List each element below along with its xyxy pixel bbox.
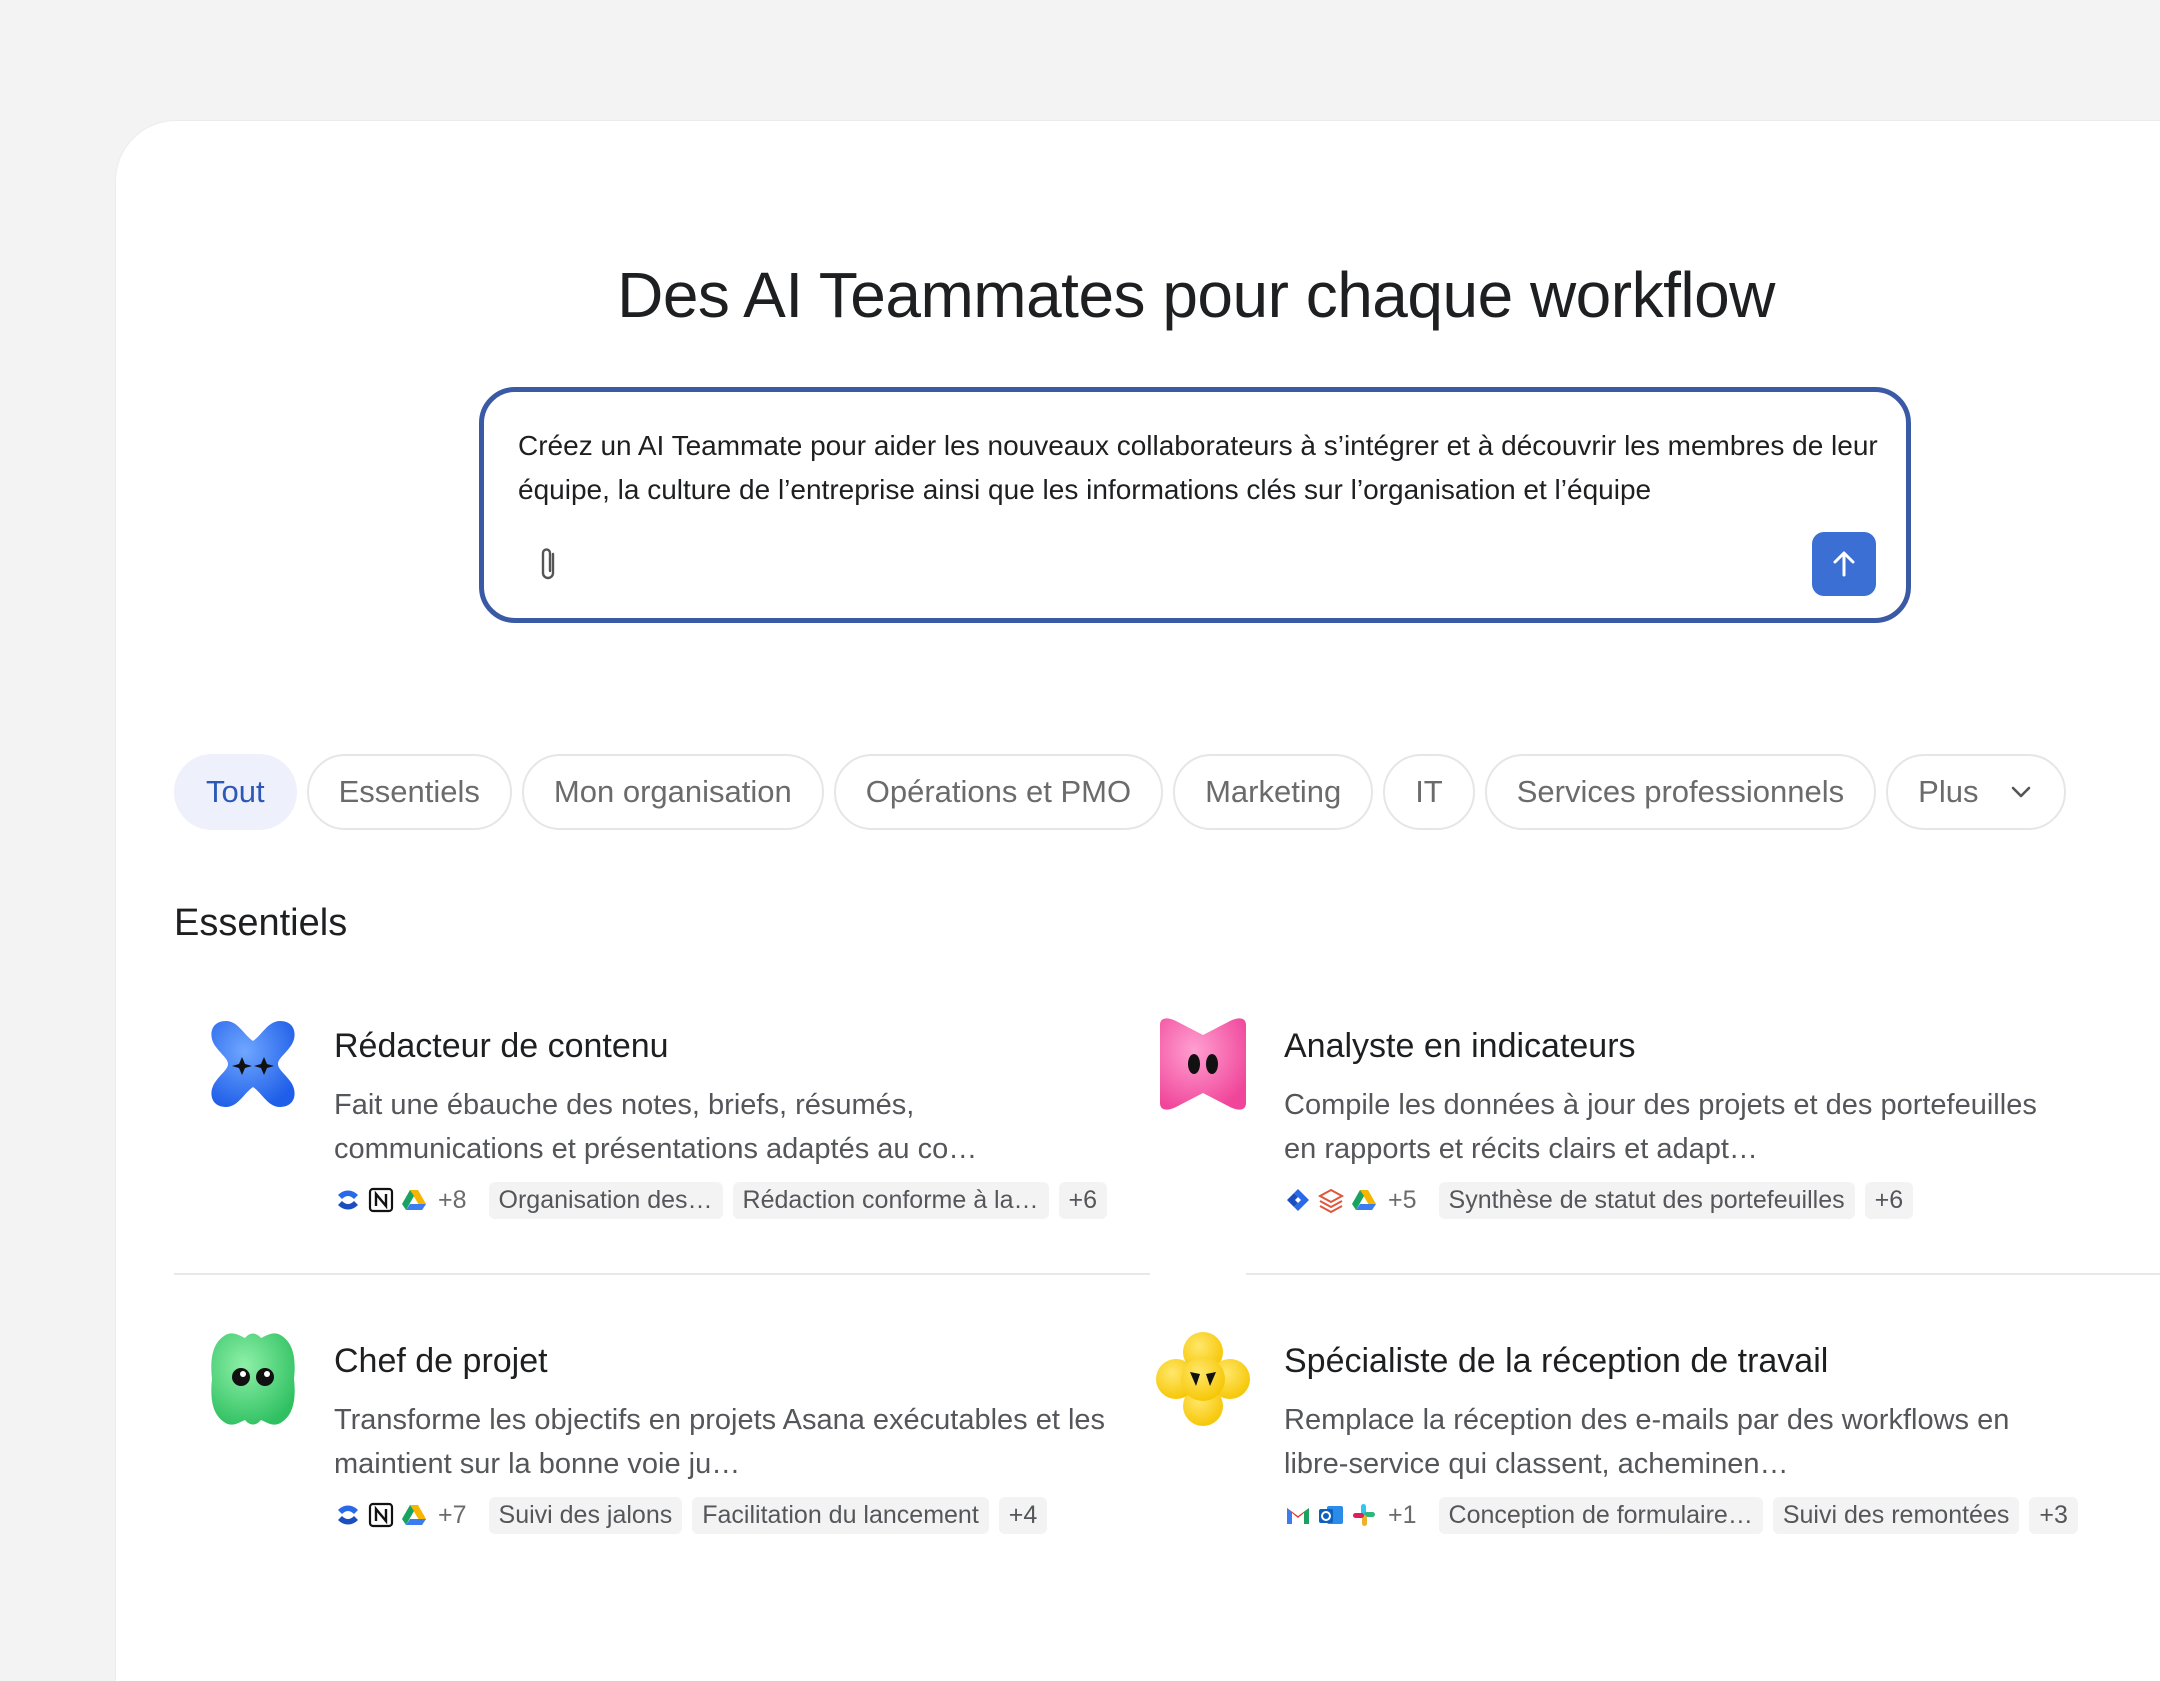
divider <box>174 1273 1150 1275</box>
notion-icon <box>368 1187 394 1213</box>
blue-sparkle-avatar <box>211 1021 295 1107</box>
app-icons <box>1284 1186 1378 1214</box>
skill-tag: Suivi des jalons <box>488 1496 683 1534</box>
skill-tag: Synthèse de statut des portefeuilles <box>1438 1181 1855 1219</box>
gmail-icon <box>1287 1508 1309 1524</box>
google-drive-icon <box>1352 1190 1376 1210</box>
app-icons <box>1284 1501 1378 1529</box>
card-title: Rédacteur de contenu <box>334 1027 669 1065</box>
more-tags-count: +4 <box>998 1496 1048 1534</box>
pink-bow-avatar <box>1160 1018 1246 1110</box>
card-meta: +7 Suivi des jalons Facilitation du lanc… <box>334 1494 1048 1536</box>
more-tags-count: +6 <box>1864 1181 1914 1219</box>
card-title: Spécialiste de la réception de travail <box>1284 1342 1829 1380</box>
app-icons <box>334 1186 428 1214</box>
skill-tag: Conception de formulaire… <box>1438 1496 1763 1534</box>
more-apps-count: +8 <box>438 1185 467 1214</box>
tab-tout[interactable]: Tout <box>174 754 297 830</box>
tab-plus[interactable]: Plus <box>1886 754 2067 830</box>
skill-tag: Organisation des… <box>488 1181 723 1219</box>
tab-services-professionnels[interactable]: Services professionnels <box>1484 754 1877 830</box>
google-drive-icon <box>402 1190 426 1210</box>
more-apps-count: +7 <box>438 1500 467 1529</box>
tab-essentiels[interactable]: Essentiels <box>306 754 512 830</box>
slack-icon <box>1353 1504 1375 1526</box>
arrow-up-icon <box>1833 551 1855 577</box>
stack-icon <box>1317 1188 1345 1214</box>
section-title: Essentiels <box>174 902 348 944</box>
green-blob-avatar <box>211 1333 295 1425</box>
skill-tag: Facilitation du lancement <box>692 1496 989 1534</box>
skill-tag: Suivi des remontées <box>1772 1496 2020 1534</box>
divider <box>1246 1273 2160 1275</box>
card-meta: +8 Organisation des… Rédaction conforme … <box>334 1179 1108 1221</box>
tab-mon-organisation[interactable]: Mon organisation <box>521 754 824 830</box>
card-title: Chef de projet <box>334 1342 548 1380</box>
more-tags-count: +6 <box>1058 1181 1108 1219</box>
category-tabs: Tout Essentiels Mon organisation Opérati… <box>174 754 2067 830</box>
tab-it[interactable]: IT <box>1383 754 1475 830</box>
notion-icon <box>368 1502 394 1528</box>
card-description: Remplace la réception des e-mails par de… <box>1284 1404 2010 1480</box>
prompt-input[interactable]: Créez un AI Teammate pour aider les nouv… <box>518 424 1888 512</box>
page-title: Des AI Teammates pour chaque workflow <box>617 259 1775 331</box>
outlook-icon <box>1319 1506 1343 1524</box>
google-drive-icon <box>402 1505 426 1525</box>
jira-icon <box>1287 1189 1309 1211</box>
yellow-flower-avatar <box>1156 1332 1250 1426</box>
tab-marketing[interactable]: Marketing <box>1173 754 1374 830</box>
app-icons <box>334 1501 428 1529</box>
card-description: Compile les données à jour des projets e… <box>1284 1089 2037 1165</box>
tab-plus-label: Plus <box>1918 774 1979 809</box>
card-title: Analyste en indicateurs <box>1284 1027 1636 1065</box>
skill-tag: Rédaction conforme à la… <box>732 1181 1049 1219</box>
tab-operations-pmo[interactable]: Opérations et PMO <box>833 754 1164 830</box>
confluence-icon <box>338 1190 358 1210</box>
chevron-down-icon <box>2012 786 2031 798</box>
more-apps-count: +5 <box>1388 1185 1417 1214</box>
confluence-icon <box>338 1505 358 1525</box>
more-apps-count: +1 <box>1388 1500 1417 1529</box>
paperclip-icon[interactable] <box>534 544 564 584</box>
card-description: Fait une ébauche des notes, briefs, résu… <box>334 1089 978 1165</box>
card-meta: +5 Synthèse de statut des portefeuilles … <box>1284 1179 1914 1221</box>
send-button[interactable] <box>1812 532 1876 596</box>
card-meta: +1 Conception de formulaire… Suivi des r… <box>1284 1494 2078 1536</box>
more-tags-count: +3 <box>2029 1496 2078 1534</box>
card-description: Transforme les objectifs en projets Asan… <box>334 1404 1106 1480</box>
prompt-input-box[interactable]: Créez un AI Teammate pour aider les nouv… <box>479 387 1911 623</box>
